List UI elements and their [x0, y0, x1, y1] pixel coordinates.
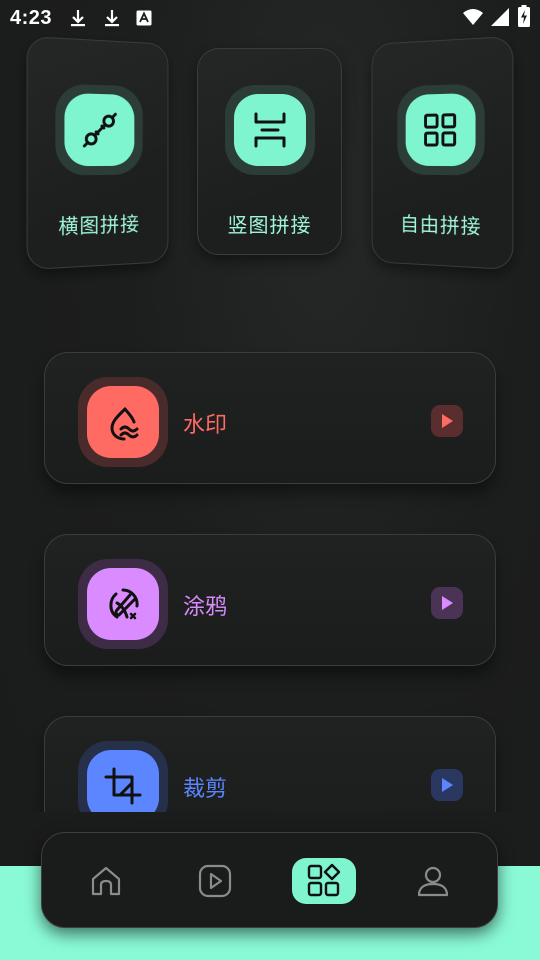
app-screen: 4:23 横图拼接 竖图拼接 自由拼接 水印 涂鸦 裁剪 — [0, 0, 540, 960]
play-button[interactable] — [431, 405, 463, 437]
play-button[interactable] — [431, 587, 463, 619]
tool-list[interactable]: 水印 涂鸦 裁剪 — [0, 340, 540, 812]
wifi-icon — [463, 9, 483, 25]
keyboard-a-icon — [136, 10, 152, 26]
signal-icon — [491, 8, 509, 26]
card-free-stitch[interactable]: 自由拼接 — [371, 35, 514, 271]
tool-label: 裁剪 — [183, 777, 228, 802]
nav-video[interactable] — [183, 858, 247, 904]
tool-label: 涂鸦 — [183, 595, 228, 620]
card-vertical-stitch[interactable]: 竖图拼接 — [197, 48, 342, 255]
play-icon — [442, 778, 453, 792]
play-icon — [442, 596, 453, 610]
download-icon — [71, 10, 85, 27]
vertical-split-icon — [254, 112, 285, 148]
link-nodes-icon — [78, 108, 121, 152]
play-icon — [198, 864, 232, 898]
crop-icon — [104, 767, 142, 805]
status-bar: 4:23 — [0, 0, 540, 36]
play-icon — [442, 414, 453, 428]
watermark-drop-icon — [110, 407, 139, 441]
status-time: 4:23 — [10, 7, 53, 29]
download-icon — [105, 10, 119, 27]
profile-icon — [417, 866, 449, 897]
grid-icon — [419, 108, 462, 152]
battery-charging-icon — [518, 5, 530, 27]
nav-profile[interactable] — [401, 858, 465, 904]
home-icon — [91, 866, 121, 896]
card-label: 自由拼接 — [400, 211, 482, 239]
tools-grid-icon — [307, 863, 341, 897]
list-item-watermark[interactable]: 水印 — [44, 352, 496, 484]
tool-label: 水印 — [183, 413, 228, 438]
card-label: 横图拼接 — [58, 211, 140, 239]
nav-home[interactable] — [74, 858, 138, 904]
doodle-brush-icon — [109, 588, 139, 620]
card-horizontal-stitch[interactable]: 横图拼接 — [26, 35, 169, 271]
list-item-crop[interactable]: 裁剪 — [44, 716, 496, 812]
card-label: 竖图拼接 — [227, 213, 312, 237]
nav-tools[interactable] — [292, 858, 356, 904]
play-button[interactable] — [431, 769, 463, 801]
list-item-doodle[interactable]: 涂鸦 — [44, 534, 496, 666]
bottom-nav — [41, 832, 498, 928]
